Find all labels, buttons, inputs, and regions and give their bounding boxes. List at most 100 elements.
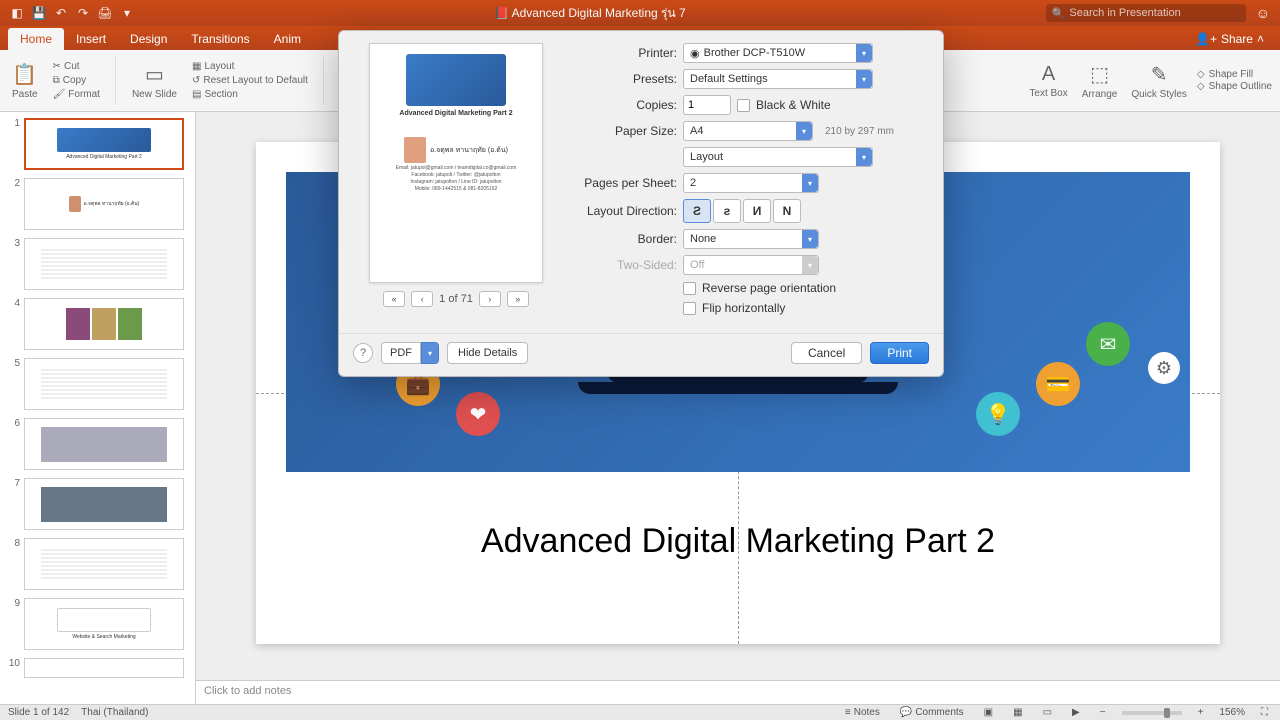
autosave-icon[interactable]: ◧: [10, 6, 24, 20]
layout-icon: ▦: [192, 61, 201, 72]
format-painter-button[interactable]: 🖌Format: [50, 88, 103, 101]
slide-thumb-9[interactable]: Website & Search Marketing: [24, 598, 184, 650]
reading-view-button[interactable]: ▭: [1039, 707, 1056, 718]
thumb-number: 9: [6, 598, 20, 650]
arrange-button[interactable]: ⬚ Arrange: [1078, 62, 1122, 100]
scissors-icon: ✂: [53, 61, 61, 72]
tab-home[interactable]: Home: [8, 28, 64, 50]
comments-toggle[interactable]: 💬Comments: [896, 707, 968, 718]
paste-button[interactable]: 📋 Paste: [8, 62, 42, 100]
quick-styles-button[interactable]: ✎ Quick Styles: [1127, 62, 1191, 100]
slide-thumb-5[interactable]: [24, 358, 184, 410]
notes-pane[interactable]: Click to add notes: [196, 680, 1280, 704]
quick-access-toolbar: ◧ 💾 ↶ ↷ 🖨 ▾: [10, 6, 134, 20]
pdf-button[interactable]: PDF: [381, 342, 421, 364]
border-select[interactable]: None▾: [683, 229, 819, 249]
bw-checkbox[interactable]: [737, 99, 750, 112]
tab-animations[interactable]: Anim: [262, 28, 313, 50]
presets-label: Presets:: [573, 72, 677, 86]
fit-to-window-button[interactable]: ⛶: [1257, 707, 1272, 718]
brush-icon: 🖌: [53, 89, 66, 100]
search-input[interactable]: 🔍 Search in Presentation: [1046, 4, 1246, 22]
slide-thumb-6[interactable]: [24, 418, 184, 470]
normal-view-button[interactable]: ▣: [980, 707, 997, 718]
reset-icon: ↺: [192, 75, 200, 86]
layoutdir-4[interactable]: N: [773, 199, 801, 223]
printer-select[interactable]: ◉ Brother DCP-T510W▾: [683, 43, 873, 63]
reverse-checkbox[interactable]: [683, 282, 696, 295]
pager-label: 1 of 71: [439, 293, 473, 305]
slideshow-button[interactable]: ▶: [1068, 707, 1084, 718]
pdf-dropdown[interactable]: ▾: [421, 342, 439, 364]
user-account-icon[interactable]: ☺: [1256, 5, 1270, 21]
slide-indicator: Slide 1 of 142: [8, 707, 69, 718]
avatar: [404, 137, 426, 163]
card-icon: 💳: [1036, 362, 1080, 406]
reset-layout-button[interactable]: ↺Reset Layout to Default: [189, 74, 311, 87]
shape-fill-button[interactable]: ◇Shape Fill: [1197, 69, 1272, 80]
tab-design[interactable]: Design: [118, 28, 179, 50]
copies-input[interactable]: [683, 95, 731, 115]
undo-icon[interactable]: ↶: [54, 6, 68, 20]
presets-select[interactable]: Default Settings▾: [683, 69, 873, 89]
text-box-button[interactable]: A Text Box: [1025, 63, 1071, 99]
tab-insert[interactable]: Insert: [64, 28, 118, 50]
slide-thumbnails-pane[interactable]: 1 Advanced Digital Marketing Part 2 2 อ.…: [0, 112, 196, 704]
twosided-label: Two-Sided:: [573, 258, 677, 272]
layoutdir-2[interactable]: ƨ: [713, 199, 741, 223]
zoom-level[interactable]: 156%: [1219, 707, 1245, 718]
print-dialog: Advanced Digital Marketing Part 2 อ.จตุพ…: [338, 30, 944, 377]
new-slide-button[interactable]: ▭ New Slide: [128, 62, 181, 100]
thumb-number: 7: [6, 478, 20, 530]
copy-button[interactable]: ⧉Copy: [50, 74, 103, 87]
layoutdir-1[interactable]: Ƨ: [683, 199, 711, 223]
redo-icon[interactable]: ↷: [76, 6, 90, 20]
slide-thumb-7[interactable]: [24, 478, 184, 530]
zoom-slider[interactable]: [1122, 711, 1182, 715]
twosided-select: Off▾: [683, 255, 819, 275]
pager-next-button[interactable]: ›: [479, 291, 501, 307]
outline-icon: ◇: [1197, 81, 1205, 92]
bw-label: Black & White: [756, 98, 831, 112]
pager-prev-button[interactable]: ‹: [411, 291, 433, 307]
cancel-button[interactable]: Cancel: [791, 342, 862, 364]
slide-thumb-8[interactable]: [24, 538, 184, 590]
search-icon: 🔍: [1052, 7, 1066, 20]
papersize-label: Paper Size:: [573, 124, 677, 138]
chevron-up-icon: ˄: [1257, 32, 1264, 46]
zoom-out-button[interactable]: −: [1096, 707, 1110, 718]
language-indicator[interactable]: Thai (Thailand): [81, 707, 148, 718]
section-select[interactable]: Layout▾: [683, 147, 873, 167]
print-icon[interactable]: 🖨: [98, 6, 112, 20]
customize-qat-icon[interactable]: ▾: [120, 6, 134, 20]
zoom-in-button[interactable]: +: [1194, 707, 1208, 718]
copy-icon: ⧉: [53, 75, 60, 86]
slide-thumb-3[interactable]: [24, 238, 184, 290]
notes-toggle[interactable]: ≡Notes: [841, 707, 884, 718]
shape-outline-button[interactable]: ◇Shape Outline: [1197, 81, 1272, 92]
help-button[interactable]: ?: [353, 343, 373, 363]
pager-first-button[interactable]: «: [383, 291, 405, 307]
layoutdir-3[interactable]: И: [743, 199, 771, 223]
share-button[interactable]: 👤+ Share ˄: [1187, 28, 1272, 50]
section-button[interactable]: ▤Section: [189, 88, 311, 101]
print-button[interactable]: Print: [870, 342, 929, 364]
pager-last-button[interactable]: »: [507, 291, 529, 307]
thumb-number: 8: [6, 538, 20, 590]
papersize-select[interactable]: A4▾: [683, 121, 813, 141]
slide-thumb-2[interactable]: อ.จตุพล ทานาฤทัย (อ.ต้น): [24, 178, 184, 230]
layout-button[interactable]: ▦Layout: [189, 60, 311, 73]
tab-transitions[interactable]: Transitions: [179, 28, 261, 50]
save-icon[interactable]: 💾: [32, 6, 46, 20]
slide-thumb-4[interactable]: [24, 298, 184, 350]
sorter-view-button[interactable]: ▦: [1009, 707, 1026, 718]
pps-select[interactable]: 2▾: [683, 173, 819, 193]
thumb-number: 4: [6, 298, 20, 350]
flip-checkbox[interactable]: [683, 302, 696, 315]
clipboard-icon: 📋: [12, 62, 37, 87]
slide-thumb-1[interactable]: Advanced Digital Marketing Part 2: [24, 118, 184, 170]
hide-details-button[interactable]: Hide Details: [447, 342, 528, 364]
slide-thumb-10[interactable]: [24, 658, 184, 678]
cut-button[interactable]: ✂Cut: [50, 60, 103, 73]
section-icon: ▤: [192, 89, 201, 100]
